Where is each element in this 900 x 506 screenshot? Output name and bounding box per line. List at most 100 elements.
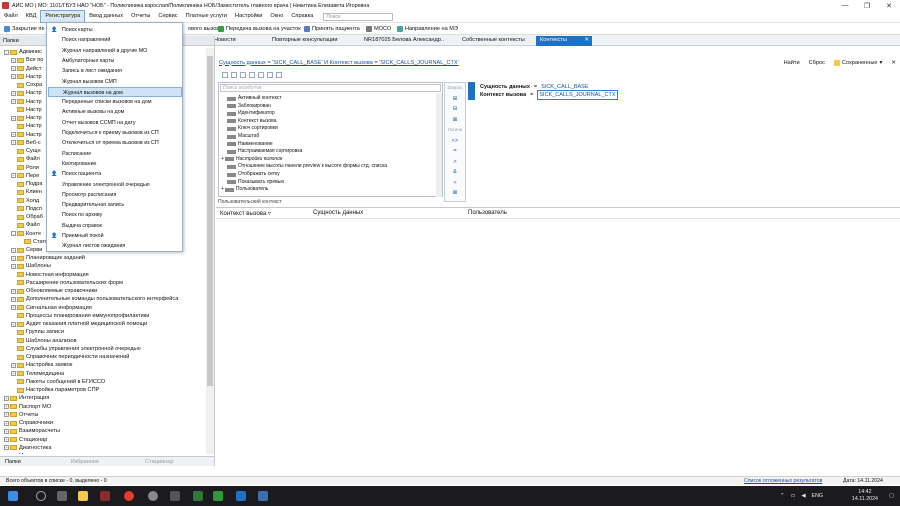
tree-item[interactable]: Роли (11, 164, 39, 172)
tree-item[interactable]: + Все по (11, 56, 43, 64)
tree-item[interactable]: Процессы планирования иммунопрофилактики (11, 312, 149, 320)
column-header-entity[interactable]: Сущность данных (313, 210, 363, 216)
tree-item[interactable]: + Пере (11, 172, 39, 180)
tree-item[interactable]: Службы управления электронной очередью (11, 345, 141, 353)
redo-icon[interactable] (258, 72, 264, 78)
attribute-item[interactable]: + Настройки колонок (221, 156, 282, 163)
dropdown-menu-item[interactable]: Журнал направлений в другие МО (48, 46, 182, 56)
dropdown-menu-item[interactable]: Журнал вызовов на дом (48, 86, 182, 97)
expander-icon[interactable]: + (11, 132, 16, 137)
deferred-results-link[interactable]: Список отложенных результатов (744, 477, 822, 486)
language-indicator[interactable]: ENG (812, 493, 823, 499)
tree-item[interactable]: + Сигнальная информация (11, 304, 92, 312)
tree-item[interactable]: + Настр (11, 89, 42, 97)
expander-icon[interactable]: + (11, 173, 16, 179)
dropdown-menu-item[interactable]: Отчет вызовов ССМП на дату (48, 118, 182, 128)
expander-icon[interactable]: + (221, 156, 224, 163)
minimize-button[interactable]: — (834, 2, 856, 9)
condition-value[interactable]: SICK_CALLS_JOURNAL_CTX (537, 90, 618, 100)
condition-row[interactable]: Контекст вызова = SICK_CALLS_JOURNAL_CTX (480, 90, 618, 100)
tree-item[interactable]: + Аудит оказания платной медицинской помо… (11, 320, 147, 328)
expander-icon[interactable]: + (11, 74, 16, 80)
tool-icon[interactable] (276, 72, 282, 78)
tree-item[interactable]: + Диагностика (4, 444, 51, 452)
volume-icon[interactable]: ◀ (801, 493, 805, 499)
dropdown-menu-item[interactable]: Журнал листов ожидания (48, 241, 182, 251)
operator-button[interactable]: & (445, 168, 465, 176)
operator-button[interactable]: ⊞ (445, 95, 465, 103)
attribute-item[interactable]: Масштаб (227, 133, 259, 140)
expander-icon[interactable]: + (11, 362, 16, 368)
tree-item[interactable]: Сущн (11, 147, 41, 155)
operator-button[interactable]: > (445, 158, 465, 166)
expander-icon[interactable]: + (11, 57, 16, 63)
network-icon[interactable]: ▭ (790, 493, 795, 499)
attribute-item[interactable]: Активный контекст (227, 95, 282, 102)
excel-icon[interactable] (213, 491, 223, 501)
tree-item[interactable]: + Настр (11, 131, 42, 139)
yandex-icon[interactable] (124, 491, 134, 501)
tool-icon[interactable] (240, 72, 246, 78)
attribute-item[interactable]: Настраиваемая сортировка (227, 148, 302, 155)
operator-button[interactable]: ⊠ (445, 116, 465, 124)
menu-file[interactable]: Файл (0, 11, 22, 22)
menu-help[interactable]: Справка (287, 11, 317, 22)
app-icon[interactable] (170, 491, 180, 501)
tree-item[interactable]: + Настр (11, 73, 42, 81)
expander-icon[interactable]: + (11, 90, 16, 96)
tree-item[interactable]: + Обновляемые справочники (11, 287, 97, 295)
dropdown-menu-item[interactable]: Расписание (48, 149, 182, 159)
expander-icon[interactable]: + (4, 453, 9, 454)
dropdown-menu-item[interactable]: Подключиться к приему вызовов из СП (48, 128, 182, 138)
dropdown-menu-item[interactable]: Предварительная запись (48, 200, 182, 210)
menu-kvd[interactable]: КВД (22, 11, 41, 22)
column-header-user[interactable]: Пользователь (468, 210, 507, 216)
operator-button[interactable]: ⊟ (445, 105, 465, 113)
expander-icon[interactable]: + (11, 371, 16, 376)
tree-item[interactable]: Настр (11, 122, 42, 130)
close-button[interactable]: Закрытие пе (0, 26, 49, 32)
dropdown-menu-item[interactable]: Переданные списки вызовов на дом (48, 97, 182, 107)
close-window-button[interactable]: ✕ (878, 2, 900, 10)
dropdown-menu-item[interactable]: Поиск по архиву (48, 210, 182, 220)
tab-repeat-consultations[interactable]: Повторные консультации (268, 36, 348, 46)
tree-item[interactable]: + Настр (11, 114, 42, 122)
saved-button[interactable]: Сохраненные ▾ (833, 59, 882, 66)
menu-search-input[interactable]: Поиск (323, 12, 394, 21)
dropdown-menu-item[interactable]: Журнал вызовов СМП (48, 77, 182, 87)
footer-tab-hospital[interactable]: Стационар (140, 459, 178, 465)
tree-item[interactable]: Обраб (11, 213, 43, 221)
reset-button[interactable]: Сброс (809, 60, 825, 66)
dropdown-menu-item[interactable]: Квотирование (48, 159, 182, 169)
dropdown-menu-item[interactable]: Активные вызовы на дом (48, 107, 182, 117)
notifications-icon[interactable]: ▢ (889, 486, 894, 506)
operator-button[interactable]: <> (445, 137, 465, 145)
dropdown-menu-item[interactable]: 👤 Поиск карты (48, 25, 182, 35)
filter-icon[interactable]: ▿ (268, 211, 271, 217)
tab-own-contexts[interactable]: Собственные контексты (458, 36, 532, 46)
tree-item[interactable]: Сохра (11, 81, 42, 89)
tool-icon[interactable] (267, 72, 273, 78)
tab-contexts[interactable]: Контексты ✕ (536, 36, 592, 46)
operator-button[interactable]: ⊠ (445, 189, 465, 197)
attribute-item[interactable]: Ключ сортировки (227, 125, 278, 132)
panel-splitter[interactable] (216, 207, 900, 208)
dropdown-menu-item[interactable]: Запись в лист ожидания (48, 66, 182, 76)
footer-tab-favorites[interactable]: Избранное (66, 459, 104, 465)
tree-item[interactable]: + Справочники (4, 419, 53, 427)
tree-item[interactable]: Файл (11, 155, 40, 163)
pin-icon[interactable]: ✕ (891, 60, 896, 66)
attribute-item[interactable]: Отношение высоты панели preview к высоте… (227, 163, 387, 170)
expander-icon[interactable]: - (4, 49, 9, 55)
menu-service[interactable]: Сервис (154, 11, 181, 22)
menu-settings[interactable]: Настройки (231, 11, 266, 22)
file-explorer-icon[interactable] (78, 491, 88, 501)
folder-tree-scrollbar[interactable] (206, 48, 214, 454)
accept-patient-button[interactable]: Принять пациента (300, 26, 364, 32)
tree-item[interactable]: Пакеты сообщений в ЕГИССО (11, 378, 105, 386)
tree-item[interactable]: + Дополнительные команды пользовательског… (11, 295, 178, 303)
scrollbar-thumb[interactable] (207, 56, 213, 386)
tree-item[interactable]: + Телемедицина (11, 370, 64, 378)
task-view-icon[interactable] (57, 491, 67, 501)
attribute-item[interactable]: Идентификатор (227, 110, 275, 117)
